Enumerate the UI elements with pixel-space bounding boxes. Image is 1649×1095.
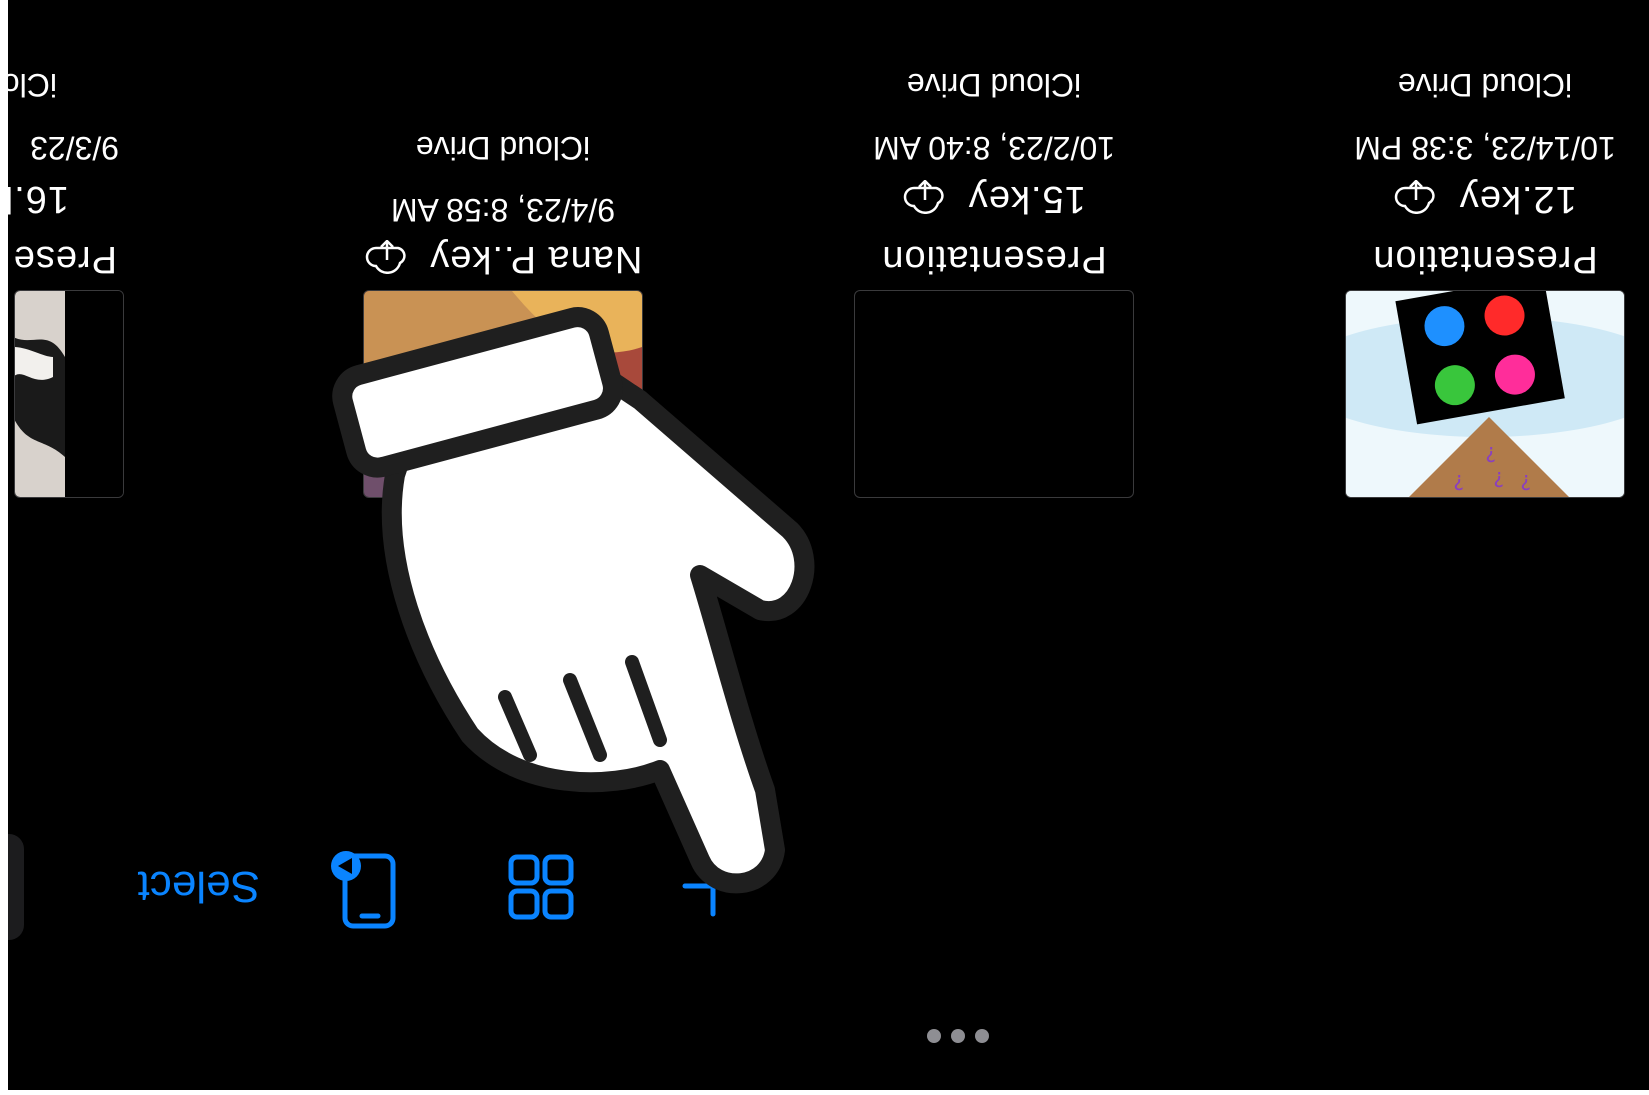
pointing-hand-icon xyxy=(332,307,815,894)
